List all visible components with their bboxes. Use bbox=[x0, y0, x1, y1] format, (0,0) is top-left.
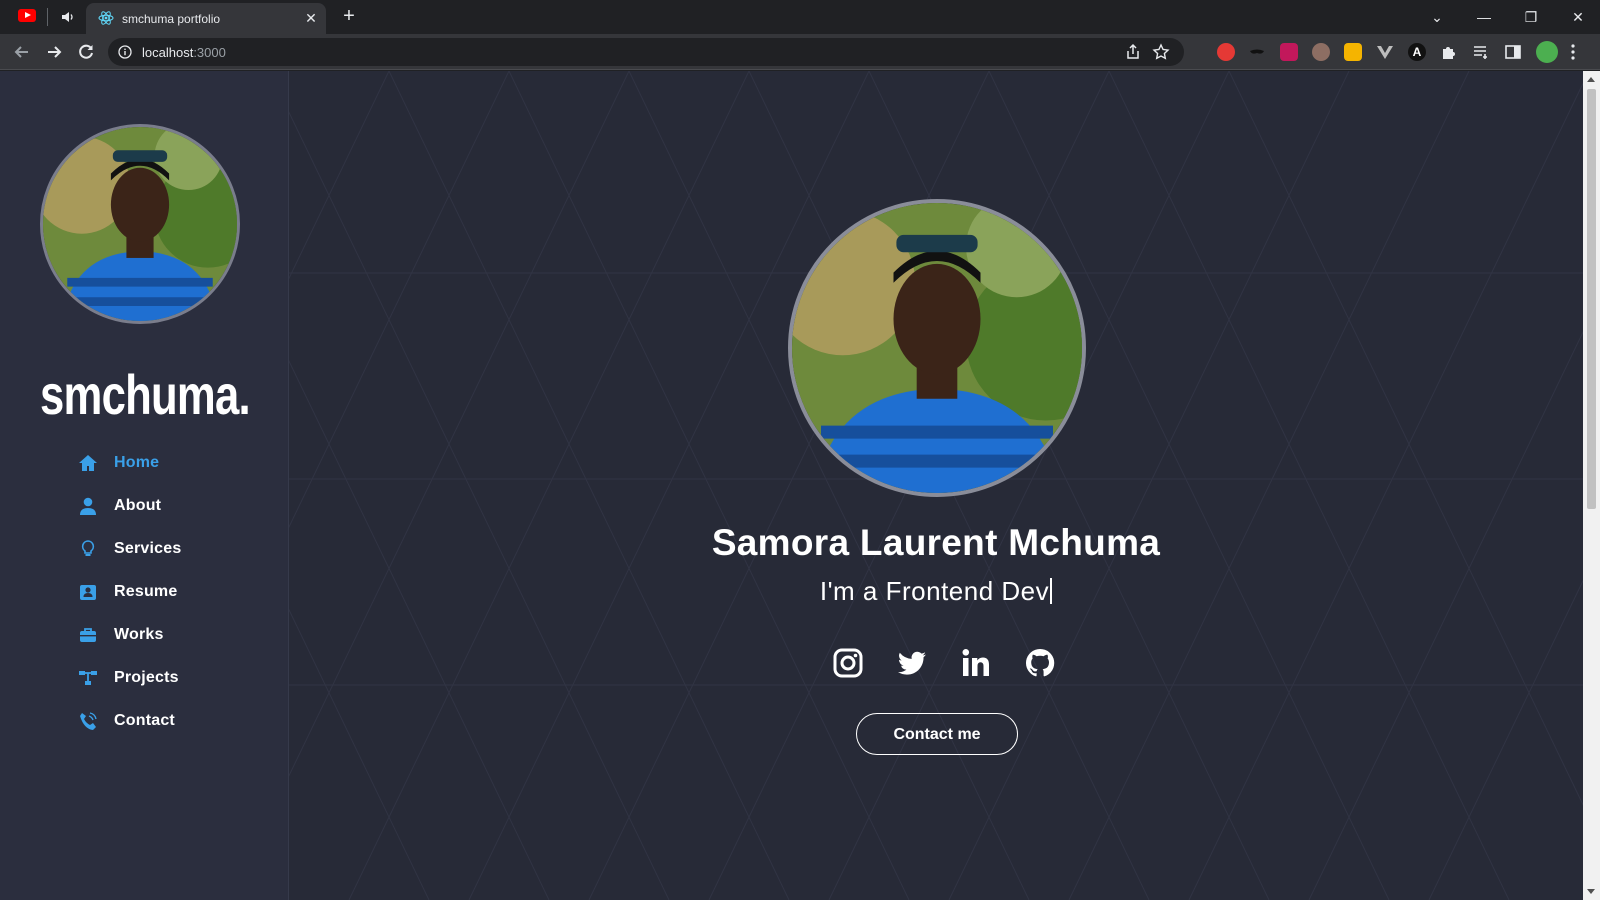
sidebar-avatar bbox=[40, 124, 240, 324]
restore-button[interactable]: ❐ bbox=[1518, 4, 1544, 30]
sidebar-item-label: Contact bbox=[114, 711, 175, 729]
sidebar-item-label: About bbox=[114, 496, 162, 514]
hero-name: Samora Laurent Mchuma bbox=[711, 522, 1161, 563]
home-icon bbox=[79, 454, 97, 471]
hero-avatar bbox=[788, 199, 1086, 497]
sidebar-item-label: Services bbox=[114, 539, 182, 557]
scroll-up-arrow[interactable] bbox=[1587, 77, 1595, 82]
extension-vue-icon[interactable] bbox=[1376, 43, 1394, 61]
reload-icon[interactable] bbox=[75, 41, 97, 63]
sidebar: smchuma. Home About Services Resume Work… bbox=[0, 71, 289, 900]
scroll-thumb[interactable] bbox=[1587, 89, 1596, 509]
sitemap-icon bbox=[79, 670, 97, 685]
extension-a-icon[interactable]: A bbox=[1408, 43, 1426, 61]
bookmark-star-icon[interactable] bbox=[1152, 43, 1170, 61]
browser-tabstrip: smchuma portfolio ✕ + ⌄ — ❐ ✕ bbox=[0, 0, 1600, 34]
extension-eyes-icon[interactable] bbox=[1312, 43, 1330, 61]
tab-title: smchuma portfolio bbox=[122, 12, 221, 26]
react-icon bbox=[98, 11, 114, 25]
sidebar-item-about[interactable]: About bbox=[78, 484, 181, 527]
resume-icon bbox=[80, 584, 96, 600]
menu-dots-icon[interactable] bbox=[1570, 43, 1576, 61]
extensions-puzzle-icon[interactable] bbox=[1440, 43, 1458, 61]
phone-icon bbox=[80, 711, 97, 730]
hero-section: Samora Laurent Mchuma I'm a Frontend Dev… bbox=[289, 71, 1583, 900]
lightbulb-icon bbox=[81, 539, 95, 556]
tab-active[interactable]: smchuma portfolio ✕ bbox=[86, 3, 326, 34]
user-icon bbox=[80, 497, 96, 515]
sidebar-item-label: Home bbox=[114, 453, 160, 471]
github-icon[interactable] bbox=[1023, 646, 1057, 680]
sidebar-item-services[interactable]: Services bbox=[78, 527, 181, 570]
page-scrollbar[interactable] bbox=[1583, 71, 1600, 900]
sidebar-item-label: Resume bbox=[114, 582, 178, 600]
url-text: localhost:3000 bbox=[142, 45, 226, 60]
info-icon[interactable] bbox=[118, 45, 132, 59]
extension-adblock-icon[interactable] bbox=[1217, 43, 1235, 61]
sidebar-item-home[interactable]: Home bbox=[78, 441, 181, 484]
reading-list-icon[interactable] bbox=[1472, 43, 1490, 61]
share-icon[interactable] bbox=[1124, 43, 1142, 61]
contact-me-button[interactable]: Contact me bbox=[856, 713, 1018, 755]
hero-role: I'm a Frontend Dev bbox=[289, 576, 1583, 607]
briefcase-icon bbox=[80, 627, 96, 642]
tab-search-icon[interactable]: ⌄ bbox=[1424, 4, 1450, 30]
portfolio-page: smchuma. Home About Services Resume Work… bbox=[0, 71, 1583, 900]
linkedin-icon[interactable] bbox=[959, 646, 993, 680]
typed-role-text: I'm a Frontend Dev bbox=[819, 576, 1050, 606]
scroll-down-arrow[interactable] bbox=[1587, 889, 1595, 894]
brand-logo[interactable]: smchuma. bbox=[40, 362, 251, 427]
back-icon[interactable] bbox=[11, 41, 33, 63]
sidebar-nav: Home About Services Resume Works Project… bbox=[78, 441, 181, 742]
profile-photo bbox=[792, 203, 1082, 493]
new-tab-button[interactable]: + bbox=[338, 5, 360, 27]
youtube-tab-icon[interactable] bbox=[18, 9, 36, 22]
sidebar-item-works[interactable]: Works bbox=[78, 613, 181, 656]
sidebar-item-label: Projects bbox=[114, 668, 179, 686]
sidebar-item-label: Works bbox=[114, 625, 164, 643]
side-panel-icon[interactable] bbox=[1504, 43, 1522, 61]
tab-close-icon[interactable]: ✕ bbox=[302, 9, 320, 27]
browser-toolbar: localhost:3000 A bbox=[0, 34, 1600, 70]
profile-avatar[interactable] bbox=[1536, 41, 1558, 63]
address-bar[interactable]: localhost:3000 bbox=[108, 38, 1184, 66]
instagram-icon[interactable] bbox=[831, 646, 865, 680]
extension-folder-icon[interactable] bbox=[1344, 43, 1362, 61]
extension-mask-icon[interactable] bbox=[1248, 43, 1266, 61]
forward-icon[interactable] bbox=[43, 41, 65, 63]
close-window-button[interactable]: ✕ bbox=[1565, 4, 1591, 30]
speaker-icon[interactable] bbox=[60, 9, 76, 25]
extension-grid-icon[interactable] bbox=[1280, 43, 1298, 61]
tab-separator bbox=[47, 8, 48, 26]
minimize-button[interactable]: — bbox=[1471, 4, 1497, 30]
typing-cursor bbox=[1050, 578, 1053, 604]
sidebar-item-resume[interactable]: Resume bbox=[78, 570, 181, 613]
twitter-icon[interactable] bbox=[895, 646, 929, 680]
social-links bbox=[831, 646, 1061, 686]
sidebar-item-contact[interactable]: Contact bbox=[78, 699, 181, 742]
sidebar-item-projects[interactable]: Projects bbox=[78, 656, 181, 699]
profile-photo bbox=[43, 127, 237, 321]
